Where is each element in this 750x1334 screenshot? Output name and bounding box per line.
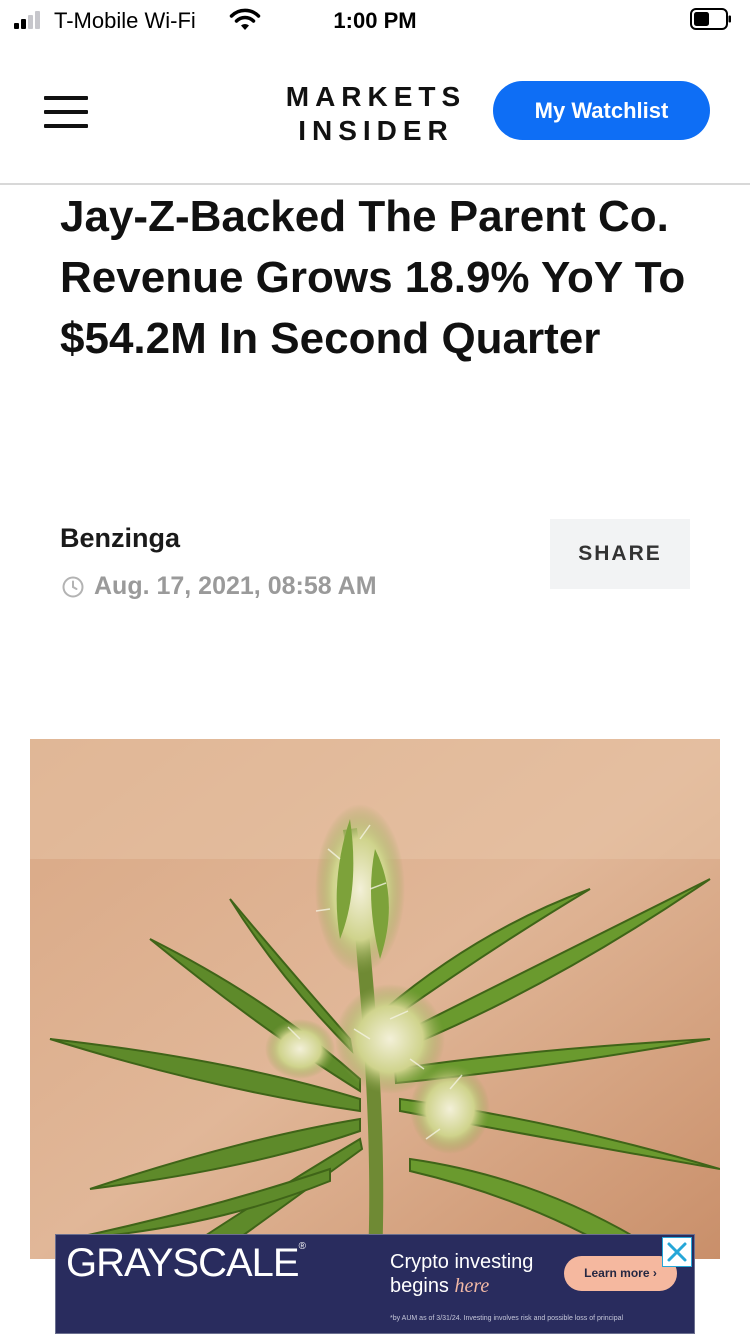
grayscale-ad-banner[interactable]: GRAYSCALE® Crypto investing begins here … [55, 1234, 695, 1334]
ad-fine-print: *by AUM as of 3/31/24. Investing involve… [390, 1315, 624, 1322]
cannabis-plant-photo [30, 739, 720, 1259]
status-time: 1:00 PM [333, 8, 417, 33]
share-button[interactable]: SHARE [550, 519, 690, 589]
logo-line-insider: INSIDER [298, 115, 454, 146]
article-date: Aug. 17, 2021, 08:58 AM [94, 572, 377, 600]
markets-insider-logo[interactable]: MARKETS INSIDER [276, 80, 476, 148]
ad-brand-logo: GRAYSCALE® [66, 1241, 306, 1285]
ad-line2-prefix: begins [390, 1275, 455, 1297]
article-source[interactable]: Benzinga [60, 523, 180, 554]
battery-icon [690, 8, 731, 30]
article-headline: Jay-Z-Backed The Parent Co. Revenue Grow… [60, 192, 686, 363]
close-icon [667, 1242, 687, 1262]
my-watchlist-button[interactable]: My Watchlist [493, 81, 710, 140]
ad-close-icon[interactable] [662, 1237, 692, 1267]
ad-learn-more-button[interactable]: Learn more › [564, 1256, 677, 1291]
status-bar: T-Mobile Wi-Fi 1:00 PM [0, 0, 750, 44]
site-header: MARKETS INSIDER My Watchlist [0, 44, 750, 185]
ad-line2-emphasis: here [454, 1275, 490, 1297]
ad-headline-line2: begins here [390, 1275, 489, 1298]
logo-line-markets: MARKETS [285, 81, 467, 112]
ad-headline-line1: Crypto investing [390, 1251, 534, 1273]
ad-brand-text: GRAYSCALE [66, 1241, 300, 1285]
hamburger-menu-icon[interactable] [44, 96, 88, 128]
clock-icon [62, 576, 84, 598]
